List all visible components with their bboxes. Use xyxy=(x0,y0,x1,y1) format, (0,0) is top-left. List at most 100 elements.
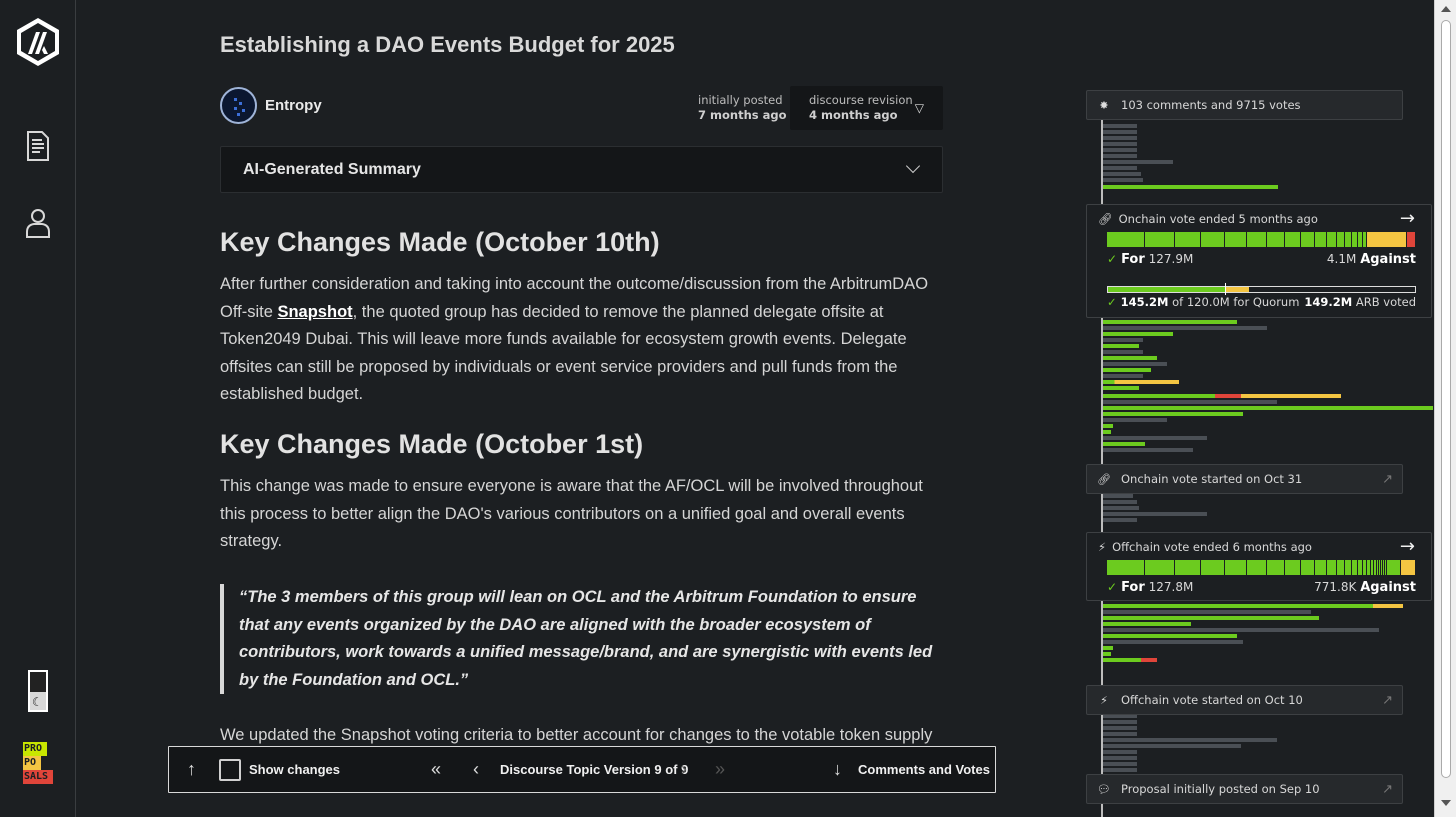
activity-bar xyxy=(1103,338,1143,342)
activity-bar xyxy=(1103,738,1277,742)
arbitrum-logo[interactable] xyxy=(0,16,76,68)
theme-toggle[interactable]: ☾ xyxy=(0,670,76,712)
for-segment xyxy=(1387,560,1401,575)
speech-bubble-icon: 💬︎ xyxy=(1097,782,1111,796)
onchain-vote-card[interactable]: 🔗︎ Onchain vote ended 5 months ago → ✓ Fo… xyxy=(1086,204,1432,318)
against-value: 771.8K xyxy=(1314,580,1357,594)
scroll-down-arrow[interactable] xyxy=(1441,800,1451,806)
external-link-icon[interactable]: ↗ xyxy=(1382,782,1393,797)
quorum-totals: ✓ 145.2M of 120.0M for Quorum 149.2M ARB … xyxy=(1107,295,1416,309)
onchain-started-item[interactable]: 🔗︎ Onchain vote started on Oct 31 ↗ xyxy=(1086,464,1403,494)
activity-bar xyxy=(1103,394,1341,398)
heading-october-10: Key Changes Made (October 10th) xyxy=(220,227,660,257)
activity-bar xyxy=(1103,136,1137,140)
paragraph-1: After further consideration and taking i… xyxy=(220,271,940,409)
activity-bar xyxy=(1103,368,1151,372)
lightning-icon: ⚡︎ xyxy=(1098,540,1107,554)
chevron-down-icon xyxy=(905,158,921,174)
activity-bar xyxy=(1103,160,1173,164)
author-name: Entropy xyxy=(265,97,322,114)
for-segment xyxy=(1337,560,1345,575)
initially-posted-text: Proposal initially posted on Sep 10 xyxy=(1121,782,1320,796)
activity-bar xyxy=(1103,332,1173,336)
for-segment xyxy=(1267,560,1285,575)
author-info[interactable]: Entropy xyxy=(220,87,322,124)
show-changes-checkbox[interactable] xyxy=(219,758,241,781)
check-icon: ✓ xyxy=(1107,580,1118,594)
activity-bar xyxy=(1103,326,1267,330)
comments-icon: ✸ xyxy=(1099,98,1109,112)
show-changes-toggle[interactable]: Show changes xyxy=(219,747,340,792)
external-link-icon[interactable]: ↗ xyxy=(1382,693,1393,708)
activity-bar xyxy=(1103,185,1278,189)
arrow-right-icon[interactable]: → xyxy=(1400,536,1415,557)
activity-bar xyxy=(1103,418,1167,422)
for-segment xyxy=(1337,232,1345,247)
for-segment xyxy=(1267,232,1285,247)
arrow-right-icon[interactable]: → xyxy=(1400,208,1415,229)
for-segment xyxy=(1327,232,1337,247)
revision-dropdown[interactable]: discourse revision 4 months ago ▽ xyxy=(790,86,943,130)
next-version-button[interactable]: › xyxy=(681,747,687,792)
arrow-up-icon: ↑ xyxy=(187,759,196,779)
summary-label: AI-Generated Summary xyxy=(243,161,421,178)
activity-bar xyxy=(1103,652,1111,656)
offchain-started-text: Offchain vote started on Oct 10 xyxy=(1121,693,1303,707)
initially-posted: initially posted 7 months ago xyxy=(698,93,787,123)
activity-bar xyxy=(1103,374,1143,378)
scroll-top-button[interactable]: ↑ xyxy=(187,747,196,792)
proposals-brand-badge[interactable]: PRO PO SALS xyxy=(0,742,76,784)
scroll-up-arrow[interactable] xyxy=(1441,6,1451,12)
activity-bar xyxy=(1103,320,1237,324)
version-label: Discourse Topic Version 9 of 9 xyxy=(500,762,689,777)
scrollbar[interactable] xyxy=(1434,0,1456,817)
badge-line-1: PRO xyxy=(23,742,47,756)
moon-icon: ☾ xyxy=(32,695,43,709)
user-icon[interactable] xyxy=(0,207,76,239)
onchain-totals: ✓ For 127.9M 4.1M Against xyxy=(1107,252,1416,267)
first-version-button[interactable]: « xyxy=(431,747,441,792)
activity-bar xyxy=(1103,494,1133,498)
scroll-thumb[interactable] xyxy=(1441,20,1451,778)
activity-bar xyxy=(1103,658,1157,662)
against-label: Against xyxy=(1360,580,1416,595)
timeline: ✸ 103 comments and 9715 votes 🔗︎ Onchain… xyxy=(1086,88,1433,817)
activity-bar xyxy=(1103,350,1143,354)
version-toolbar: ↑ Show changes « ‹ Discourse Topic Versi… xyxy=(168,746,996,793)
offchain-card-header: ⚡︎ Offchain vote ended 6 months ago xyxy=(1098,540,1312,554)
activity-bar xyxy=(1103,142,1137,146)
activity-bar xyxy=(1103,356,1157,360)
triangle-down-icon: ▽ xyxy=(914,101,924,115)
comments-votes-button[interactable]: ↓ Comments and Votes xyxy=(833,747,990,792)
activity-bar xyxy=(1103,386,1139,390)
offchain-vote-card[interactable]: ⚡︎ Offchain vote ended 6 months ago → ✓ F… xyxy=(1086,532,1432,601)
initially-posted-value: 7 months ago xyxy=(698,108,787,122)
prev-version-button[interactable]: ‹ xyxy=(473,747,479,792)
for-segment xyxy=(1301,232,1315,247)
onchain-started-text: Onchain vote started on Oct 31 xyxy=(1121,472,1303,486)
activity-bar xyxy=(1103,154,1137,158)
activity-bar xyxy=(1103,628,1379,632)
activity-bar xyxy=(1103,172,1141,176)
for-segment xyxy=(1175,560,1201,575)
activity-bar xyxy=(1103,744,1241,748)
initially-posted-item[interactable]: 💬︎ Proposal initially posted on Sep 10 ↗ xyxy=(1086,774,1403,804)
activity-bar xyxy=(1103,442,1145,446)
activity-bar xyxy=(1103,448,1193,452)
document-icon[interactable] xyxy=(0,131,76,161)
quorum-text: of 120.0M for Quorum xyxy=(1172,295,1300,309)
offchain-totals: ✓ For 127.8M 771.8K Against xyxy=(1107,580,1416,595)
activity-bar xyxy=(1103,430,1111,434)
for-segment xyxy=(1247,232,1267,247)
snapshot-link[interactable]: Snapshot xyxy=(277,303,352,321)
last-version-button[interactable]: » xyxy=(715,747,725,792)
onchain-result-bar xyxy=(1107,232,1416,247)
abstain-segment xyxy=(1367,232,1407,247)
offchain-started-item[interactable]: ⚡︎ Offchain vote started on Oct 10 ↗ xyxy=(1086,685,1403,715)
ai-summary-accordion[interactable]: AI-Generated Summary xyxy=(220,146,943,193)
external-link-icon[interactable]: ↗ xyxy=(1382,472,1393,487)
activity-bar xyxy=(1103,130,1137,134)
activity-bar xyxy=(1103,512,1207,516)
activity-bar xyxy=(1103,634,1237,638)
activity-bar xyxy=(1103,400,1277,404)
